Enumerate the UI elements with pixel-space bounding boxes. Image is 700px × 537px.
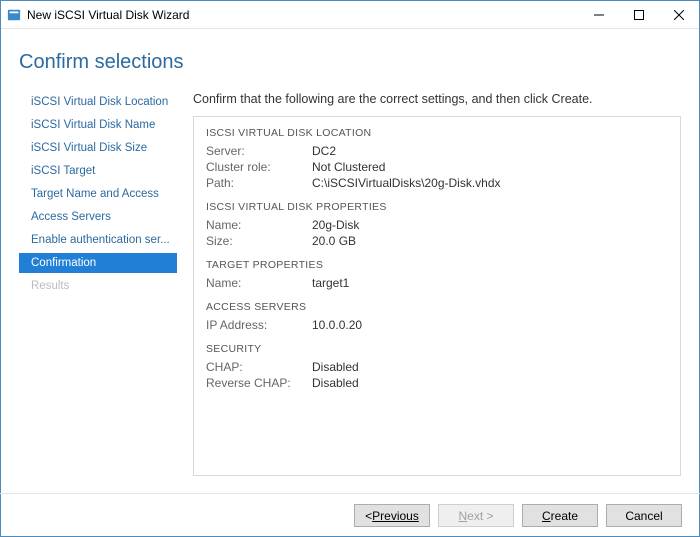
- minimize-button[interactable]: [579, 1, 619, 29]
- step-size[interactable]: iSCSI Virtual Disk Size: [19, 138, 177, 158]
- step-target[interactable]: iSCSI Target: [19, 161, 177, 181]
- path-label: Path:: [206, 176, 312, 190]
- create-button[interactable]: Create: [522, 504, 598, 527]
- ip-value: 10.0.0.20: [312, 318, 362, 332]
- next-button: Next >: [438, 504, 514, 527]
- row-path: Path:C:\iSCSIVirtualDisks\20g-Disk.vhdx: [206, 175, 668, 191]
- main-pane: Confirm that the following are the corre…: [177, 92, 681, 476]
- maximize-button[interactable]: [619, 1, 659, 29]
- server-value: DC2: [312, 144, 336, 158]
- previous-button[interactable]: < Previous: [354, 504, 430, 527]
- row-target-name: Name:target1: [206, 275, 668, 291]
- app-icon: [7, 8, 21, 22]
- summary-panel: ISCSI VIRTUAL DISK LOCATION Server:DC2 C…: [193, 116, 681, 476]
- path-value: C:\iSCSIVirtualDisks\20g-Disk.vhdx: [312, 176, 501, 190]
- row-ip: IP Address:10.0.0.20: [206, 317, 668, 333]
- target-name-label: Name:: [206, 276, 312, 290]
- step-confirmation[interactable]: Confirmation: [19, 253, 177, 273]
- cluster-value: Not Clustered: [312, 160, 385, 174]
- close-button[interactable]: [659, 1, 699, 29]
- chap-value: Disabled: [312, 360, 359, 374]
- step-target-name[interactable]: Target Name and Access: [19, 184, 177, 204]
- step-name[interactable]: iSCSI Virtual Disk Name: [19, 115, 177, 135]
- cancel-button[interactable]: Cancel: [606, 504, 682, 527]
- cluster-label: Cluster role:: [206, 160, 312, 174]
- step-access-servers[interactable]: Access Servers: [19, 207, 177, 227]
- server-label: Server:: [206, 144, 312, 158]
- disk-size-value: 20.0 GB: [312, 234, 356, 248]
- disk-name-label: Name:: [206, 218, 312, 232]
- section-target-title: TARGET PROPERTIES: [206, 259, 668, 271]
- step-results: Results: [19, 276, 177, 296]
- section-location-title: ISCSI VIRTUAL DISK LOCATION: [206, 127, 668, 139]
- row-disk-name: Name:20g-Disk: [206, 217, 668, 233]
- wizard-steps: iSCSI Virtual Disk Location iSCSI Virtua…: [19, 92, 177, 476]
- titlebar: New iSCSI Virtual Disk Wizard: [1, 1, 699, 29]
- section-properties-title: ISCSI VIRTUAL DISK PROPERTIES: [206, 201, 668, 213]
- button-bar: < Previous Next > Create Cancel: [0, 493, 700, 537]
- row-server: Server:DC2: [206, 143, 668, 159]
- ip-label: IP Address:: [206, 318, 312, 332]
- window-title: New iSCSI Virtual Disk Wizard: [27, 8, 579, 22]
- previous-button-label: Previous: [372, 509, 419, 523]
- step-location[interactable]: iSCSI Virtual Disk Location: [19, 92, 177, 112]
- reverse-chap-label: Reverse CHAP:: [206, 376, 312, 390]
- target-name-value: target1: [312, 276, 349, 290]
- row-chap: CHAP:Disabled: [206, 359, 668, 375]
- reverse-chap-value: Disabled: [312, 376, 359, 390]
- row-disk-size: Size:20.0 GB: [206, 233, 668, 249]
- section-access-title: ACCESS SERVERS: [206, 301, 668, 313]
- row-cluster: Cluster role:Not Clustered: [206, 159, 668, 175]
- page-title: Confirm selections: [1, 29, 699, 92]
- row-reverse-chap: Reverse CHAP:Disabled: [206, 375, 668, 391]
- disk-size-label: Size:: [206, 234, 312, 248]
- instruction-text: Confirm that the following are the corre…: [193, 92, 681, 106]
- step-authentication[interactable]: Enable authentication ser...: [19, 230, 177, 250]
- chap-label: CHAP:: [206, 360, 312, 374]
- disk-name-value: 20g-Disk: [312, 218, 359, 232]
- content-area: iSCSI Virtual Disk Location iSCSI Virtua…: [1, 92, 699, 476]
- section-security-title: SECURITY: [206, 343, 668, 355]
